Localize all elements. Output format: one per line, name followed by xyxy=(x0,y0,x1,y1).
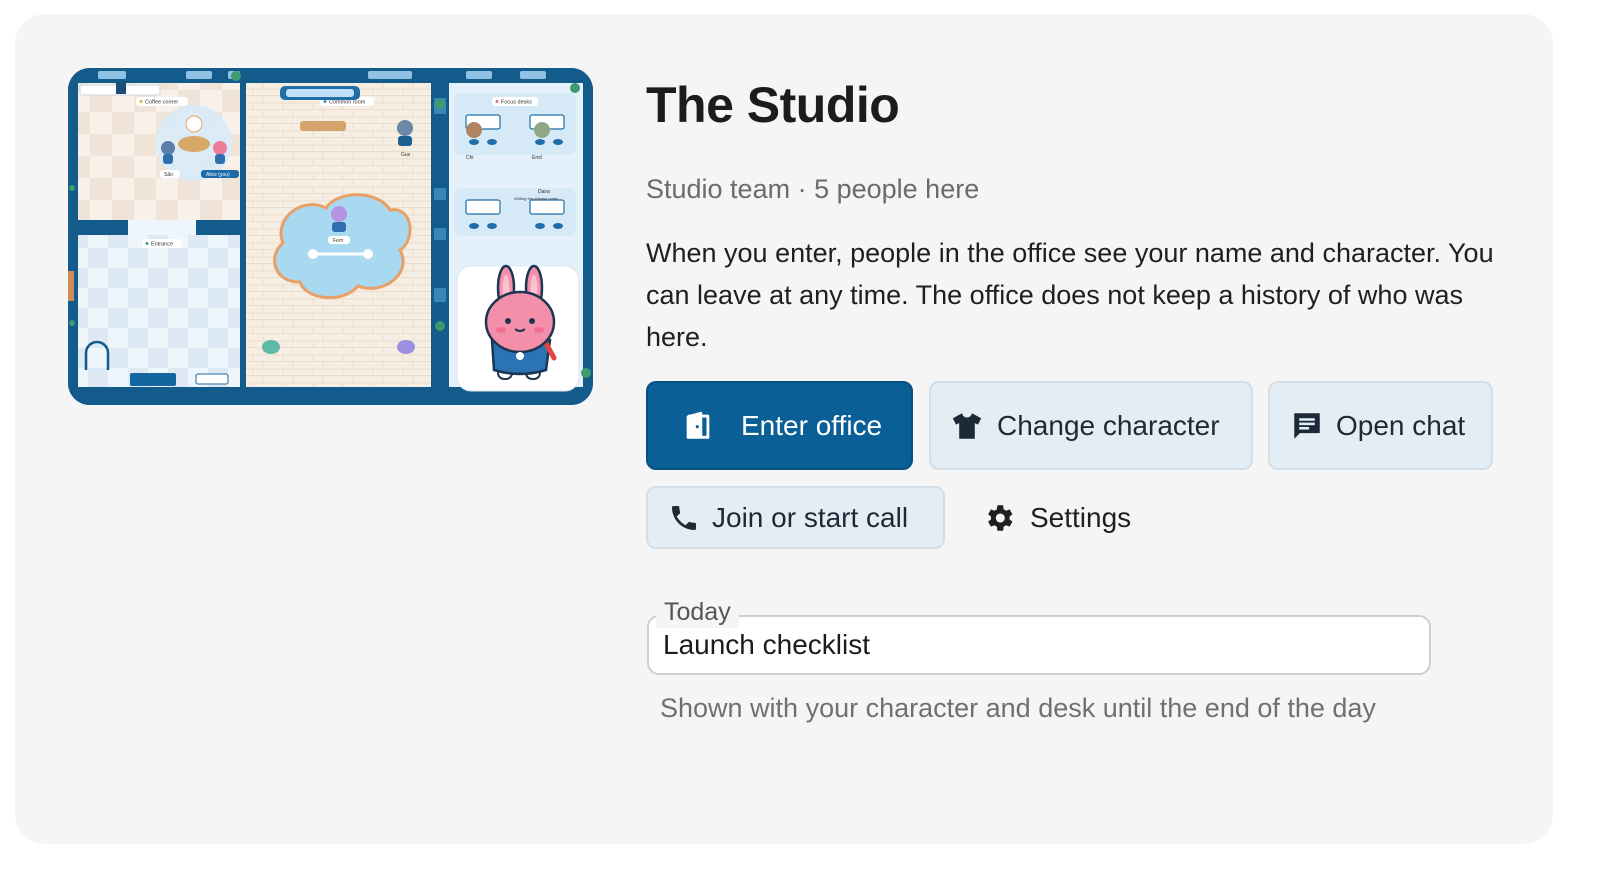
person-label-sao: São xyxy=(164,172,173,178)
phone-icon xyxy=(668,502,700,534)
person-label-emil: Emil xyxy=(532,155,542,161)
person-label-alice: Alice (you) xyxy=(206,172,230,178)
person-label-chi: Chi xyxy=(466,155,474,161)
door-icon xyxy=(681,409,715,443)
shirt-icon xyxy=(949,409,985,443)
chat-icon xyxy=(1290,409,1324,443)
join-call-label: Join or start call xyxy=(712,501,909,533)
open-chat-label: Open chat xyxy=(1336,409,1466,441)
person-label-dana: Dana xyxy=(538,189,550,195)
room-label-entrance: Entrance xyxy=(151,242,173,248)
room-label-focus: Focus desks xyxy=(501,100,532,106)
status-helper-text: Shown with your character and desk until… xyxy=(660,693,1376,723)
person-label-gus: Gus xyxy=(401,152,411,158)
person-label-fern: Fern xyxy=(333,238,344,244)
status-input[interactable] xyxy=(663,627,1403,663)
room-label-coffee: Coffee corner xyxy=(145,100,178,106)
page-title: The Studio xyxy=(646,77,900,133)
person-status-dana: Writing the release notes xyxy=(514,196,558,201)
enter-office-button[interactable]: Enter office xyxy=(646,381,913,470)
status-field-label: Today xyxy=(656,596,739,628)
office-map-preview: Coffee corner Common room Focus desks En… xyxy=(68,68,593,405)
privacy-description: When you enter, people in the office see… xyxy=(646,238,1494,352)
team-presence-summary: Studio team · 5 people here xyxy=(646,174,980,204)
open-chat-button[interactable]: Open chat xyxy=(1268,381,1493,470)
change-character-button[interactable]: Change character xyxy=(929,381,1253,470)
settings-button[interactable]: Settings xyxy=(980,486,1160,549)
settings-label: Settings xyxy=(1030,501,1132,533)
join-call-button[interactable]: Join or start call xyxy=(646,486,945,549)
status-field[interactable] xyxy=(647,615,1431,675)
room-label-common: Common room xyxy=(329,100,366,106)
change-character-label: Change character xyxy=(997,409,1220,441)
gear-icon xyxy=(982,501,1016,535)
enter-office-label: Enter office xyxy=(741,409,883,441)
